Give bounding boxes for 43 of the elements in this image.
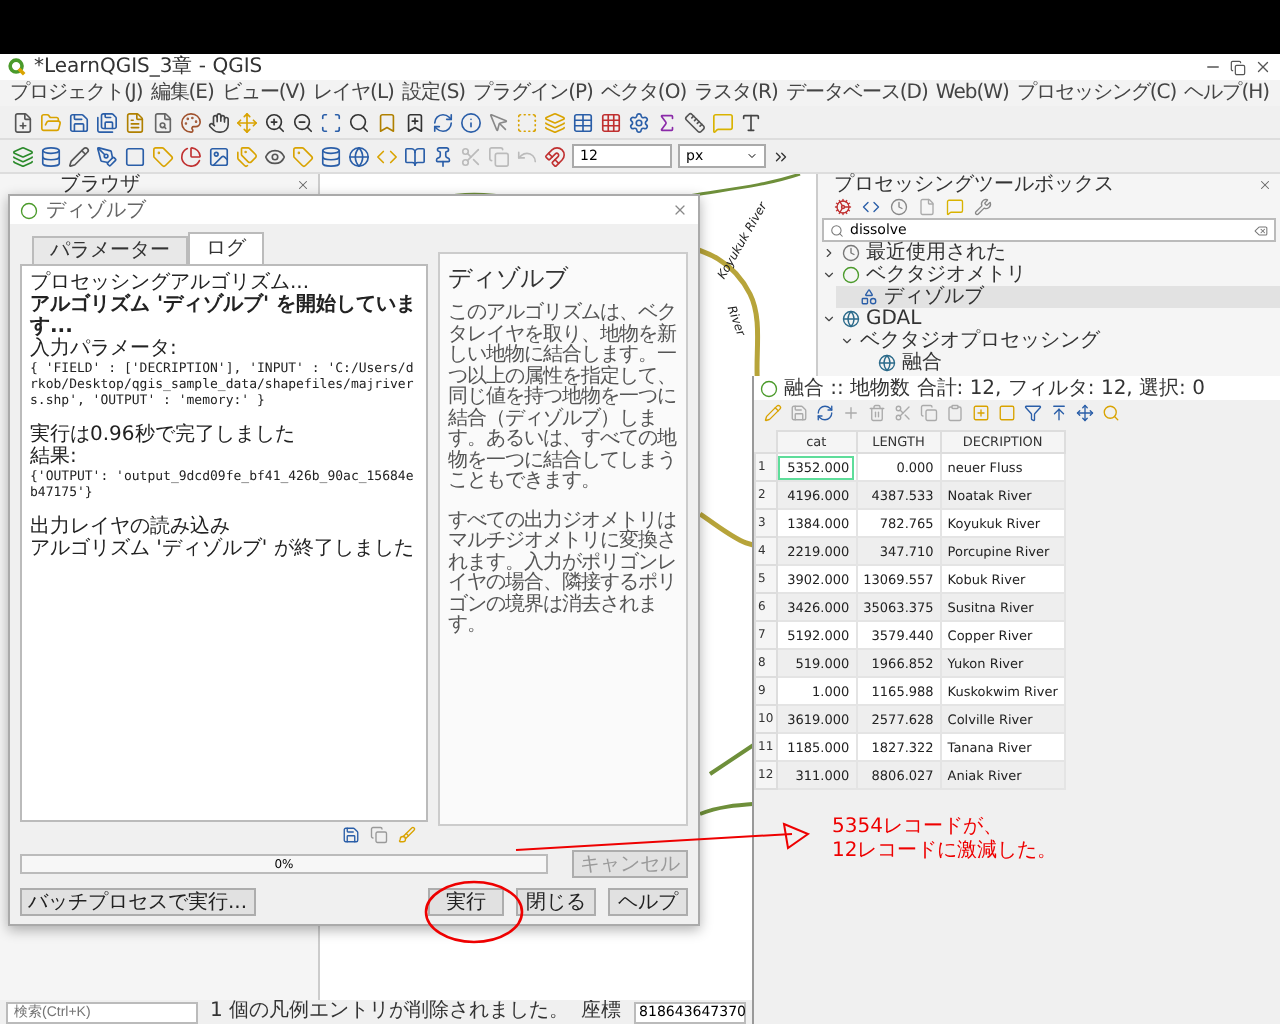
close-button[interactable]: 閉じる xyxy=(516,888,596,916)
annotation-text: 5354レコードが、 xyxy=(832,816,1005,839)
menu-item[interactable]: レイヤ(L) xyxy=(309,81,398,105)
window-title: *LearnQGIS_3章 - QGIS xyxy=(34,55,265,79)
log-line: 出力レイヤの読み込み xyxy=(30,513,232,538)
run-button[interactable]: 実行 xyxy=(428,888,504,916)
help-text: すべての出力ジオメトリはマルチジオメトリに変換されます。入力がポリゴンレイヤの場合、隣接するポリゴンの境界は消去されます。 xyxy=(448,511,678,637)
tree-item[interactable]: 融合 xyxy=(854,352,1280,374)
menu-item[interactable]: ベクタ(O) xyxy=(596,81,691,105)
tab[interactable]: パラメーター xyxy=(32,236,188,264)
tree-item[interactable]: ベクタジオメトリ xyxy=(818,264,1280,286)
menu-item[interactable]: ラスタ(R) xyxy=(690,81,782,105)
menu-item[interactable]: データベース(D) xyxy=(781,81,932,105)
tree-item[interactable]: ベクタジオプロセッシング xyxy=(836,330,1280,352)
log-line: 実行は0.96秒で完了しました xyxy=(30,421,297,446)
help-text: このアルゴリズムは、ベクタレイヤを取り、地物を新しい地物に結合します。一つ以上の属性を指定して、同じ値を持つ地物を一つに結合（ディゾルブ）します。あるいは、すべての地物を一つに結合してしまうこともできます。 xyxy=(448,304,678,493)
coordinate-label: 座標 xyxy=(581,1000,622,1024)
annotation-text: 12レコードに激減した。 xyxy=(832,840,1058,864)
tree-item[interactable]: ディゾルブ xyxy=(836,286,1280,308)
log-line: アルゴリズム 'ディゾルブ' を開始しています... xyxy=(30,294,418,338)
menu-item[interactable]: プラグイン(P) xyxy=(469,81,597,105)
menu-item[interactable]: ビュー(V) xyxy=(217,81,310,105)
status-message: 1 個の凡例エントリが削除されました。 xyxy=(210,1000,570,1024)
menu-item[interactable]: 設定(S) xyxy=(397,81,470,105)
dialog-title: ディゾルブ xyxy=(46,197,146,224)
log-line: プロセッシングアルゴリズム... xyxy=(30,272,312,294)
help-button[interactable]: ヘルプ xyxy=(608,888,688,916)
log-line: 結果: xyxy=(30,446,79,468)
log-line: 入力パラメータ: xyxy=(30,338,179,360)
tree-item[interactable]: GDAL xyxy=(818,308,1280,330)
window-title: 融合 :: 地物数 合計: 12, フィルタ: 12, 選択: 0 xyxy=(784,375,1205,402)
log-line: アルゴリズム 'ディゾルブ' が終了しました xyxy=(30,538,416,560)
menu-item[interactable]: プロジェクト(J) xyxy=(6,81,147,105)
menu-item[interactable]: 編集(E) xyxy=(146,81,218,105)
tab[interactable]: ログ xyxy=(188,232,264,264)
tree-item[interactable]: 最近使用された xyxy=(818,242,1280,264)
panel-title: プロセッシングツールボックス xyxy=(834,174,1114,196)
panel-title: ブラウザ xyxy=(60,174,140,196)
menu-item[interactable]: プロセッシング(C) xyxy=(1012,81,1181,105)
batch-button[interactable]: バッチプロセスで実行... xyxy=(20,888,256,916)
menu-item[interactable]: Web(W) xyxy=(931,81,1013,105)
help-title: ディゾルブ xyxy=(448,262,570,296)
menu-item[interactable]: ヘルプ(H) xyxy=(1180,81,1274,105)
